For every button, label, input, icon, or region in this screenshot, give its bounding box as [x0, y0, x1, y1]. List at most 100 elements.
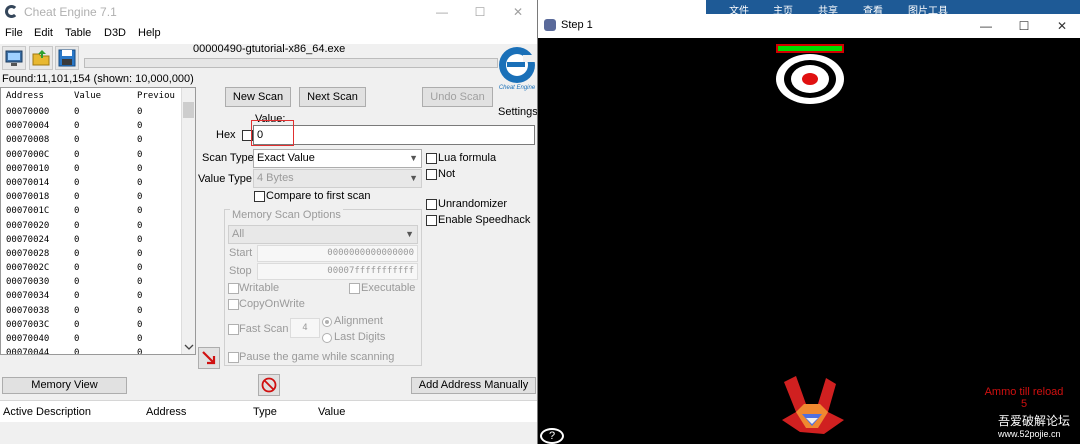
scan-type-dropdown[interactable]: Exact Value ▼	[253, 149, 422, 168]
row-address: 00070014	[6, 177, 50, 188]
memory-region-dropdown[interactable]: All ▼	[228, 225, 418, 244]
game-minimize-button[interactable]: —	[972, 16, 1000, 36]
row-address: 00070004	[6, 121, 50, 132]
maximize-button[interactable]: ☐	[466, 2, 494, 22]
address-list[interactable]: Address Value Previou 00070000 0 0 00070004…	[0, 87, 196, 355]
table-row[interactable]: 0007003C 0 0	[1, 318, 182, 332]
unrandomizer-checkbox[interactable]	[426, 199, 437, 210]
help-button[interactable]: ?	[540, 428, 564, 444]
row-previous: 0	[137, 177, 143, 188]
writable-checkbox[interactable]	[228, 283, 239, 294]
next-scan-button[interactable]: Next Scan	[299, 87, 366, 107]
column-header-value[interactable]: Value	[318, 406, 345, 418]
open-folder-icon	[32, 50, 50, 66]
last-digits-radio[interactable]	[322, 333, 332, 343]
row-address: 00070034	[6, 291, 50, 302]
menu-table[interactable]: Table	[65, 27, 91, 39]
alignment-radio[interactable]	[322, 317, 332, 327]
open-table-button[interactable]	[29, 46, 53, 70]
table-row[interactable]: 00070010 0 0	[1, 162, 182, 176]
row-value: 0	[74, 334, 80, 344]
game-maximize-button[interactable]: ☐	[1010, 16, 1038, 36]
scan-type-label: Scan Type	[202, 152, 254, 164]
menu-edit[interactable]: Edit	[34, 27, 53, 39]
close-button[interactable]: ✕	[504, 2, 532, 22]
column-header-type[interactable]: Type	[253, 406, 277, 418]
value-type-dropdown[interactable]: 4 Bytes ▼	[253, 169, 422, 188]
menu-d3d[interactable]: D3D	[104, 27, 126, 39]
scan-progress-bar	[84, 58, 498, 68]
menu-file[interactable]: File	[5, 27, 23, 39]
minimize-button[interactable]: —	[428, 2, 456, 22]
row-previous: 0	[137, 348, 143, 355]
new-scan-button[interactable]: New Scan	[225, 87, 291, 107]
row-value: 0	[74, 121, 80, 132]
compare-first-checkbox[interactable]	[254, 191, 265, 202]
start-address-field[interactable]: 0000000000000000	[257, 245, 418, 262]
table-row[interactable]: 00070018 0 0	[1, 190, 182, 204]
fast-scan-checkbox[interactable]	[228, 324, 239, 335]
game-window-title: Step 1	[561, 19, 593, 31]
stop-address-field[interactable]: 00007fffffffffff	[257, 263, 418, 280]
add-address-manually-button[interactable]: Add Address Manually	[411, 377, 536, 394]
table-row[interactable]: 00070034 0 0	[1, 289, 182, 303]
select-process-button[interactable]	[2, 46, 26, 70]
game-close-button[interactable]: ✕	[1048, 16, 1076, 36]
table-row[interactable]: 00070040 0 0	[1, 332, 182, 346]
column-header-previous[interactable]: Previou	[137, 91, 175, 101]
address-list-scrollbar[interactable]	[181, 88, 195, 354]
speedhack-label: Enable Speedhack	[438, 214, 531, 226]
value-input[interactable]: 0	[253, 125, 535, 145]
clear-list-button[interactable]	[258, 374, 280, 396]
computer-icon	[5, 50, 23, 66]
executable-label: Executable	[361, 282, 416, 294]
column-header-address[interactable]: Address	[6, 91, 44, 101]
watermark-text: 吾爱破解论坛	[998, 414, 1071, 428]
fast-scan-alignment-field[interactable]: 4	[290, 318, 320, 338]
game-titlebar: Step 1 — ☐ ✕	[538, 14, 1080, 38]
table-row[interactable]: 00070030 0 0	[1, 275, 182, 289]
table-row[interactable]: 0007002C 0 0	[1, 261, 182, 275]
not-checkbox[interactable]	[426, 169, 437, 180]
table-row[interactable]: 00070044 0 0	[1, 346, 182, 355]
row-value: 0	[74, 263, 80, 274]
red-arrow-icon	[202, 351, 216, 365]
table-row[interactable]: 00070020 0 0	[1, 219, 182, 233]
table-row[interactable]: 00070024 0 0	[1, 233, 182, 247]
memory-view-button[interactable]: Memory View	[2, 377, 127, 394]
lua-formula-checkbox[interactable]	[426, 153, 437, 164]
row-previous: 0	[137, 220, 143, 231]
row-value: 0	[74, 305, 80, 316]
memory-region-value: All	[232, 228, 245, 240]
column-header-value[interactable]: Value	[74, 91, 101, 101]
column-header-address[interactable]: Address	[146, 406, 186, 418]
menu-help[interactable]: Help	[138, 27, 161, 39]
settings-label[interactable]: Settings	[498, 106, 537, 118]
table-row[interactable]: 00070008 0 0	[1, 133, 182, 147]
table-row[interactable]: 00070028 0 0	[1, 247, 182, 261]
table-row[interactable]: 0007000C 0 0	[1, 148, 182, 162]
row-previous: 0	[137, 206, 143, 217]
cheat-engine-settings-logo-icon[interactable]: Cheat Engine	[497, 41, 537, 99]
save-table-button[interactable]	[55, 46, 79, 70]
row-previous: 0	[137, 319, 143, 330]
compare-first-label: Compare to first scan	[266, 190, 371, 202]
table-row[interactable]: 00070000 0 0	[1, 105, 182, 119]
undo-scan-button[interactable]: Undo Scan	[422, 87, 493, 107]
chevron-down-icon[interactable]	[183, 342, 195, 352]
column-header-active-description[interactable]: Active Description	[3, 406, 91, 418]
speedhack-checkbox[interactable]	[426, 215, 437, 226]
row-address: 00070030	[6, 277, 50, 288]
table-row[interactable]: 00070004 0 0	[1, 119, 182, 133]
add-selected-to-list-button[interactable]	[198, 347, 220, 369]
executable-checkbox[interactable]	[349, 283, 360, 294]
table-row[interactable]: 0007001C 0 0	[1, 204, 182, 218]
copy-on-write-checkbox[interactable]	[228, 299, 239, 310]
table-row[interactable]: 00070014 0 0	[1, 176, 182, 190]
row-address: 00070020	[6, 220, 50, 231]
row-address: 00070010	[6, 163, 50, 174]
table-row[interactable]: 00070038 0 0	[1, 304, 182, 318]
scrollbar-thumb[interactable]	[183, 102, 194, 118]
pause-game-checkbox[interactable]	[228, 352, 239, 363]
value-type-value: 4 Bytes	[257, 172, 294, 184]
